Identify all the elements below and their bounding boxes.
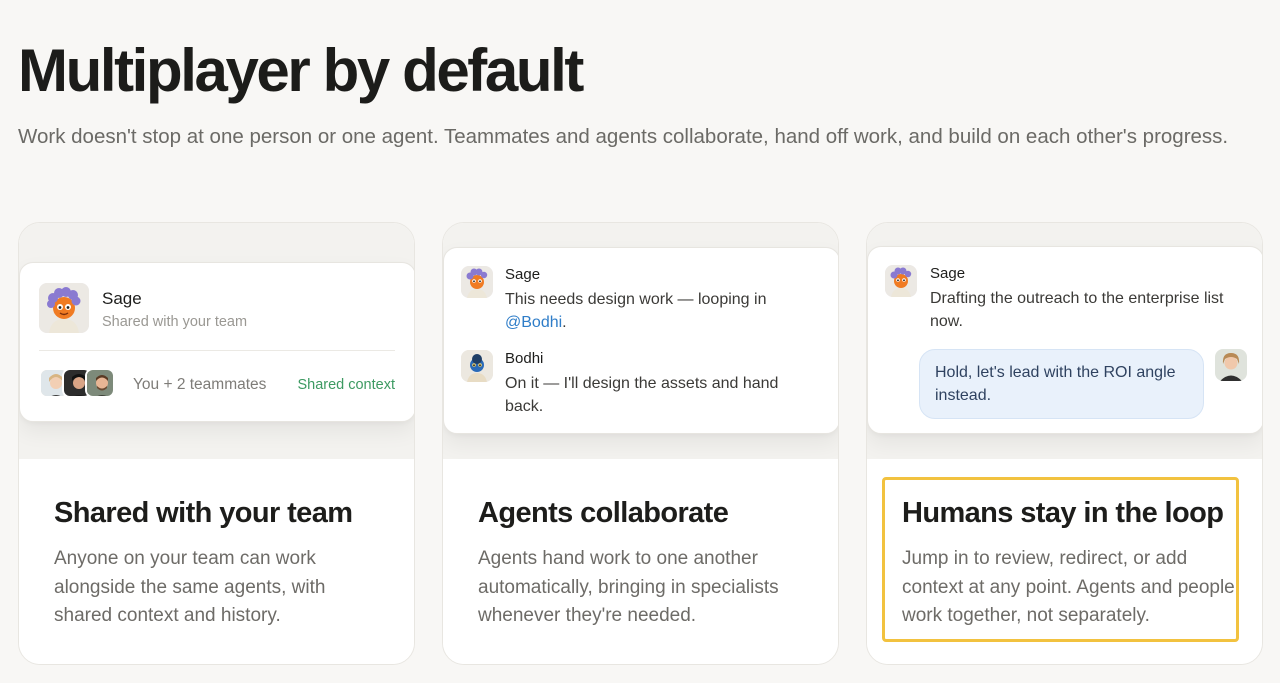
card-heading: Shared with your team	[54, 497, 353, 529]
card-preview-area: Sage Drafting the outreach to the enterp…	[867, 223, 1262, 459]
divider	[39, 350, 395, 351]
teammates-count: You + 2 teammates	[133, 376, 267, 393]
feature-card-shared: Sage Shared with your team You + 2 teamm…	[18, 222, 415, 665]
sage-avatar-icon	[39, 283, 89, 333]
agent-subtitle: Shared with your team	[102, 314, 248, 330]
message-body: This needs design work — looping in	[505, 291, 767, 308]
mention-link[interactable]: @Bodhi	[505, 314, 562, 331]
card-preview-area: Sage Shared with your team You + 2 teamm…	[19, 223, 414, 459]
bodhi-avatar-icon	[461, 350, 493, 382]
agent-chat-panel: Sage Drafting the outreach to the enterp…	[867, 246, 1262, 434]
reply-text: Hold, let's lead with the ROI angle inst…	[935, 364, 1176, 404]
message-text: Drafting the outreach to the enterprise …	[930, 290, 1224, 330]
page-title: Multiplayer by default	[18, 37, 584, 104]
agent-name: Sage	[102, 289, 142, 308]
card-description: Anyone on your team can work alongside t…	[54, 548, 326, 626]
teammate-avatar-icon	[85, 368, 115, 398]
message-text: On it — I'll design the assets and hand …	[505, 375, 779, 415]
message-author: Sage	[505, 266, 541, 283]
message-author: Bodhi	[505, 350, 544, 367]
user-avatar-icon	[1215, 349, 1247, 381]
card-description: Agents hand work to one another automati…	[478, 548, 779, 626]
shared-context-label[interactable]: Shared context	[297, 374, 395, 397]
message-text: This needs design work — looping in @Bod…	[505, 288, 805, 334]
sage-avatar-icon	[885, 265, 917, 297]
reply-bubble: Hold, let's lead with the ROI angle inst…	[919, 349, 1204, 419]
page-subtitle: Work doesn't stop at one person or one a…	[18, 125, 1229, 148]
sage-avatar-icon	[461, 266, 493, 298]
agent-share-panel: Sage Shared with your team You + 2 teamm…	[19, 262, 414, 422]
feature-card-collaborate: Sage This needs design work — looping in…	[442, 222, 839, 665]
message-end: .	[562, 314, 567, 331]
teammate-avatars[interactable]	[39, 368, 119, 400]
message-author: Sage	[930, 265, 966, 282]
agent-chat-panel: Sage This needs design work — looping in…	[443, 247, 838, 434]
card-heading: Agents collaborate	[478, 497, 729, 529]
highlight-outline	[882, 477, 1239, 642]
card-preview-area: Sage This needs design work — looping in…	[443, 223, 838, 459]
